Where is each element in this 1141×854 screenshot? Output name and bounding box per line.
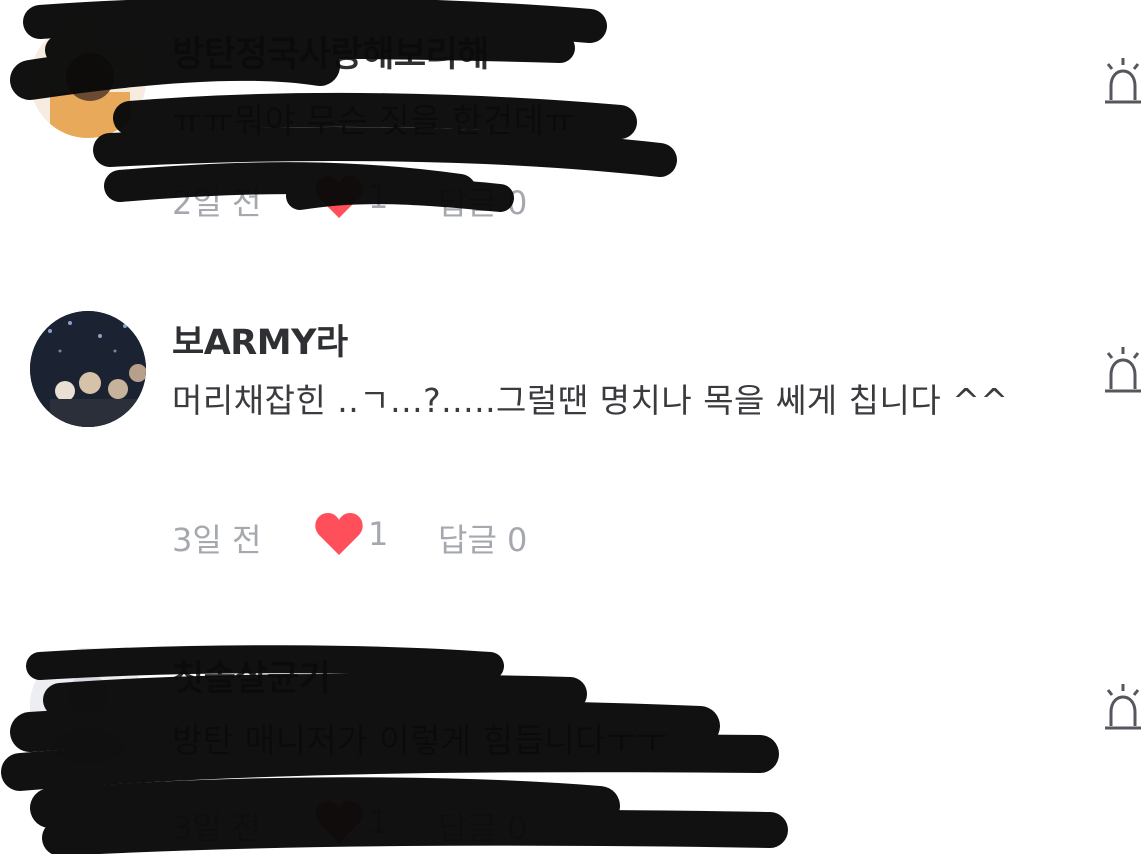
like-button[interactable]: 1 (314, 174, 388, 220)
comment-text: ㅠㅠ뭐야 무슨 짓을 한건데ㅠ (172, 101, 576, 140)
comment-time: 3일 전 (172, 521, 262, 559)
report-button[interactable] (1102, 345, 1141, 395)
comment-text: 머리채잡힌 ..ㄱ...?.....그럴땐 명치나 목을 쎄게 칩니다 ^^ (172, 381, 1009, 420)
like-button[interactable]: 1 (314, 511, 388, 557)
avatar-image (30, 648, 146, 764)
comment-list: 방탄정국사랑해보리해 ㅠㅠ뭐야 무슨 짓을 한건데ㅠ 2일 전 1 답글 0 보… (0, 0, 1141, 854)
like-count: 1 (368, 178, 389, 216)
like-count: 1 (368, 515, 389, 553)
comment-time: 2일 전 (172, 184, 262, 222)
avatar-image (30, 22, 146, 138)
siren-icon (1105, 347, 1141, 393)
avatar[interactable] (30, 22, 146, 138)
heart-icon (315, 513, 363, 555)
reply-button[interactable]: 답글 0 (438, 803, 527, 849)
reply-button[interactable]: 답글 0 (438, 515, 527, 561)
heart-icon (315, 801, 363, 843)
like-button[interactable]: 1 (314, 799, 388, 845)
heart-icon (315, 176, 363, 218)
avatar[interactable] (30, 648, 146, 764)
avatar[interactable] (30, 311, 146, 427)
siren-icon (1105, 58, 1141, 104)
comment-author[interactable]: 보ARMY라 (172, 314, 348, 365)
comment-time: 3일 전 (172, 809, 262, 847)
comment-author[interactable]: 방탄정국사랑해보리해 (172, 26, 490, 77)
siren-icon (1105, 684, 1141, 730)
comment-author[interactable]: 칫솔살균기 (172, 650, 331, 701)
comment-text: 방탄 매니저가 이렇게 힘듭니다ㅜㅜ (172, 721, 668, 760)
report-button[interactable] (1102, 56, 1141, 106)
report-button[interactable] (1102, 682, 1141, 732)
like-count: 1 (368, 803, 389, 841)
reply-button[interactable]: 답글 0 (438, 178, 527, 224)
avatar-image (30, 311, 146, 427)
